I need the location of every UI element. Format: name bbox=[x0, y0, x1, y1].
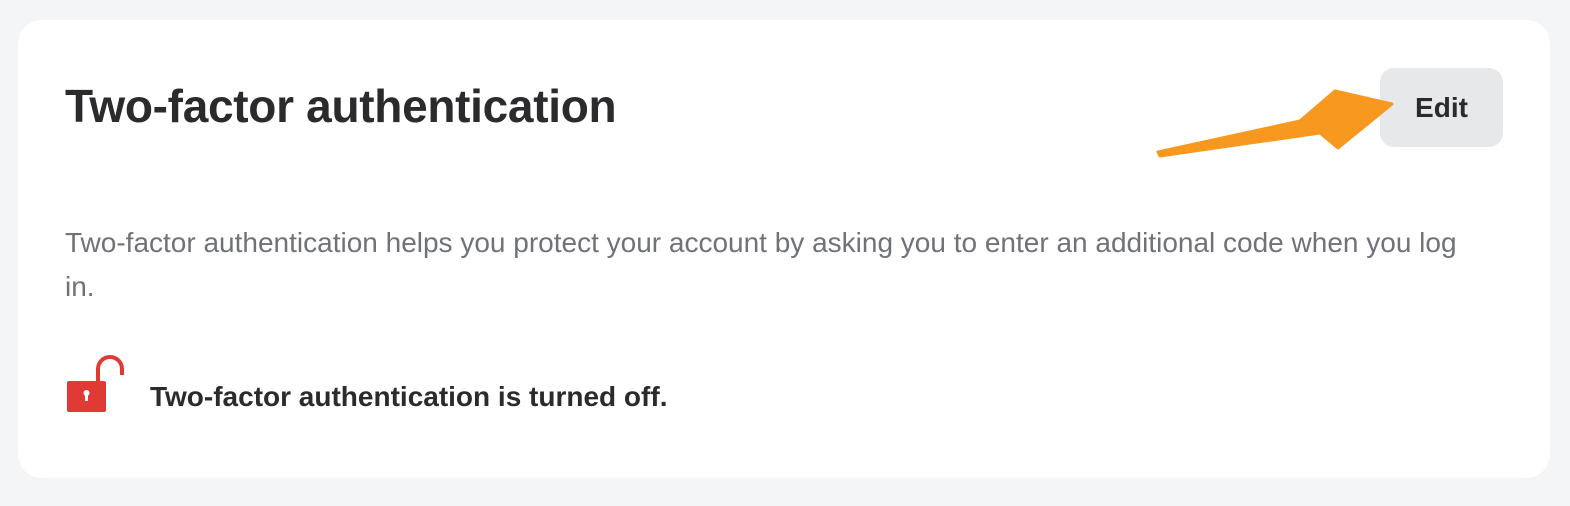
section-title: Two-factor authentication bbox=[65, 80, 617, 132]
two-factor-status: Two-factor authentication is turned off. bbox=[65, 353, 667, 417]
orange-arrow-annotation bbox=[1156, 89, 1394, 158]
unlocked-padlock-icon bbox=[67, 355, 124, 412]
section-description: Two-factor authentication helps you prot… bbox=[65, 227, 1457, 302]
status-text: Two-factor authentication is turned off. bbox=[150, 381, 668, 412]
